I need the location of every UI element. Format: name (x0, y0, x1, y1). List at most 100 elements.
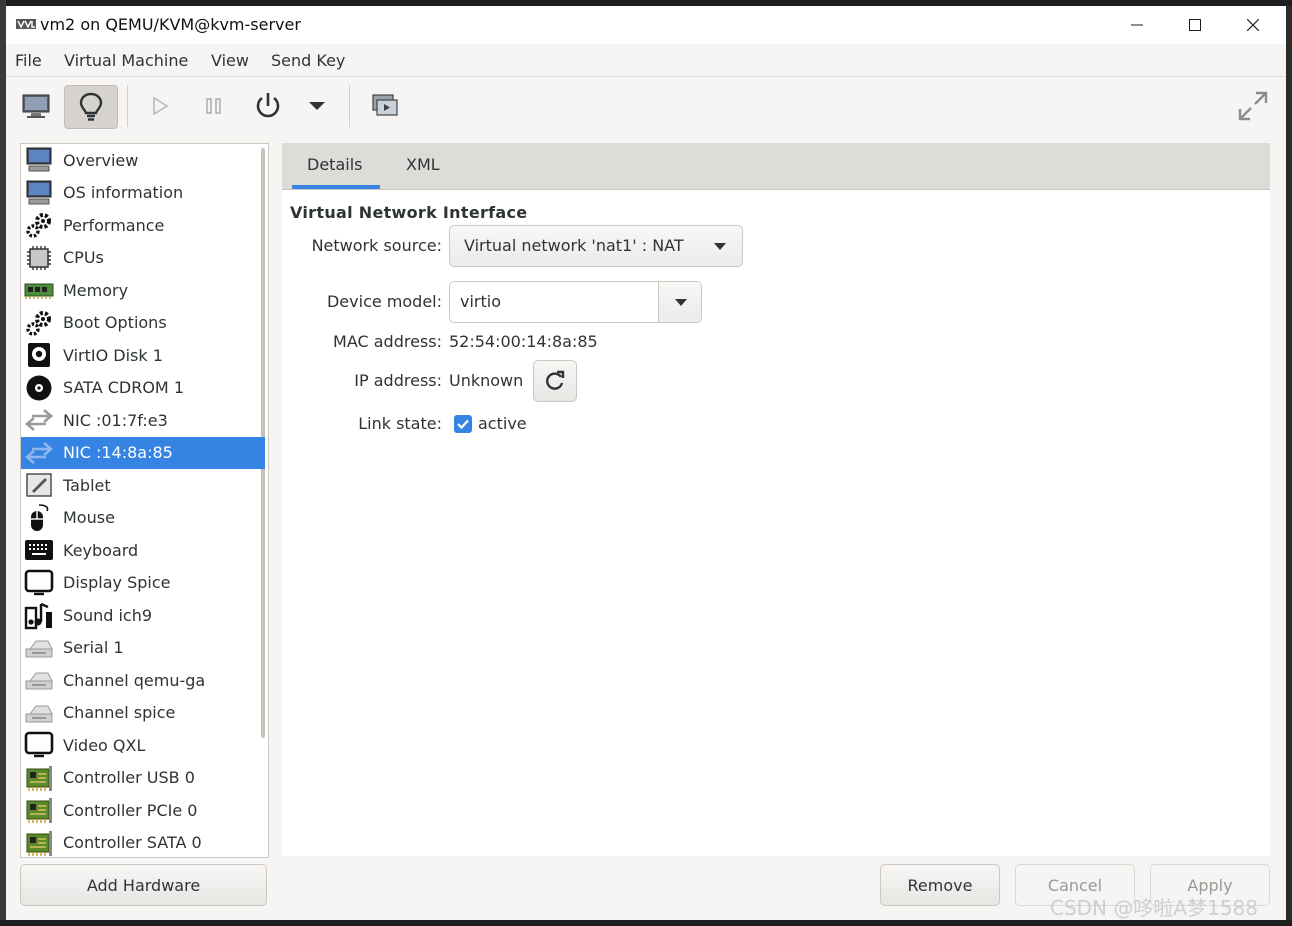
sidebar-item-label: Boot Options (63, 313, 167, 332)
chevron-down-icon (309, 102, 325, 110)
expand-icon (1238, 91, 1268, 121)
controller-icon (23, 828, 55, 858)
shutdown-menu-button[interactable] (292, 85, 342, 127)
sound-icon (23, 600, 55, 630)
display-icon (23, 568, 55, 598)
fullscreen-button[interactable] (1227, 85, 1279, 127)
network-source-value: Virtual network 'nat1' : NAT (464, 236, 684, 255)
network-source-label: Network source: (311, 236, 442, 255)
sidebar-item-label: Channel spice (63, 703, 176, 722)
network-source-dropdown[interactable]: Virtual network 'nat1' : NAT (449, 225, 743, 267)
sidebar-item-label: NIC :14:8a:85 (63, 443, 173, 462)
tab-xml[interactable]: XML (406, 155, 440, 174)
monitor-icon (23, 145, 55, 175)
toolbar (6, 76, 1286, 135)
sidebar-item-label: OS information (63, 183, 184, 202)
sidebar-item-label: Sound ich9 (63, 605, 153, 625)
toolbar-separator (349, 85, 350, 127)
mac-address-value: 52:54:00:14:8a:85 (449, 332, 598, 351)
sidebar-item-sata-cdrom-1[interactable]: SATA CDROM 1 (21, 372, 265, 404)
shutdown-button[interactable] (242, 85, 294, 127)
cdrom-icon (23, 373, 55, 403)
refresh-icon (546, 370, 565, 390)
sidebar-item-label: Controller SATA 0 (63, 833, 202, 852)
menu-virtual-machine[interactable]: Virtual Machine (64, 51, 188, 70)
sidebar-item-label: Channel qemu-ga (63, 670, 206, 690)
pause-button[interactable] (188, 85, 240, 127)
active-tab-indicator (292, 185, 380, 189)
lightbulb-icon (79, 92, 103, 121)
remove-button[interactable]: Remove (880, 864, 1000, 906)
sidebar-item-controller-usb-0[interactable]: Controller USB 0 (21, 762, 265, 794)
sidebar-item-overview[interactable]: Overview (21, 144, 265, 176)
controller-icon (23, 763, 55, 793)
serial-icon (23, 698, 55, 728)
sidebar-item-mouse[interactable]: Mouse (21, 502, 265, 534)
tab-details[interactable]: Details (307, 155, 362, 174)
run-button[interactable] (134, 85, 186, 127)
mac-address-label: MAC address: (333, 332, 442, 351)
close-icon (1247, 19, 1259, 31)
sidebar-item-os-information[interactable]: OS information (21, 177, 265, 209)
menu-send-key[interactable]: Send Key (271, 51, 345, 70)
link-state-value[interactable]: active (478, 414, 527, 433)
menu-file[interactable]: File (15, 51, 42, 70)
sidebar-item-controller-pcie-0[interactable]: Controller PCIe 0 (21, 794, 265, 826)
disk-icon (23, 340, 55, 370)
sidebar-item-label: Overview (63, 150, 139, 170)
minimize-button[interactable] (1114, 10, 1160, 40)
gears-icon (23, 210, 55, 240)
sidebar-item-cpus[interactable]: CPUs (21, 242, 265, 274)
sidebar-item-channel-spice[interactable]: Channel spice (21, 697, 265, 729)
power-icon (256, 93, 280, 118)
link-state-checkbox[interactable] (454, 415, 472, 433)
sidebar-item-nic-14-8a-85[interactable]: NIC :14:8a:85 (21, 436, 265, 469)
title-bar: vm2 on QEMU/KVM@kvm-server (6, 6, 1286, 44)
details-button[interactable] (64, 85, 118, 129)
maximize-icon (1189, 19, 1201, 31)
sidebar-item-boot-options[interactable]: Boot Options (21, 307, 265, 339)
hardware-list[interactable]: Overview OS information Performance CPUs… (20, 143, 269, 858)
sidebar-item-performance[interactable]: Performance (21, 209, 265, 241)
maximize-button[interactable] (1172, 10, 1218, 40)
snapshots-button[interactable] (359, 85, 411, 127)
sidebar-item-controller-sata-0[interactable]: Controller SATA 0 (21, 827, 265, 858)
cpu-icon (23, 243, 55, 273)
link-state-label: Link state: (358, 414, 442, 433)
sidebar-item-label: Video QXL (63, 735, 146, 755)
sidebar-item-label: VirtIO Disk 1 (63, 345, 163, 365)
sidebar-item-label: NIC :01:7f:e3 (63, 410, 168, 430)
sidebar-item-label: Mouse (63, 508, 115, 527)
refresh-ip-button[interactable] (533, 360, 577, 402)
sidebar-item-label: Memory (63, 280, 129, 300)
sidebar-item-virtio-disk-1[interactable]: VirtIO Disk 1 (21, 339, 265, 371)
sidebar-item-tablet[interactable]: Tablet (21, 469, 265, 501)
sidebar-item-label: Controller PCIe 0 (63, 800, 198, 820)
add-hardware-button[interactable]: Add Hardware (20, 864, 267, 906)
details-panel: Details XML Virtual Network Interface Ne… (282, 143, 1270, 856)
monitor-icon (23, 178, 55, 208)
sidebar-item-sound-ich9[interactable]: Sound ich9 (21, 599, 265, 631)
section-title: Virtual Network Interface (290, 203, 528, 222)
device-model-label: Device model: (326, 292, 442, 311)
vm-details-window: vm2 on QEMU/KVM@kvm-server File Virtual … (6, 6, 1286, 920)
sidebar-item-memory[interactable]: Memory (21, 274, 265, 306)
device-model-dropdown-button[interactable] (658, 282, 701, 322)
close-button[interactable] (1230, 10, 1276, 40)
pause-icon (206, 98, 221, 114)
display-icon (23, 730, 55, 760)
sidebar-item-serial-1[interactable]: Serial 1 (21, 632, 265, 664)
sidebar-item-nic-01-7f-e3[interactable]: NIC :01:7f:e3 (21, 404, 265, 436)
sidebar-item-video-qxl[interactable]: Video QXL (21, 729, 265, 761)
device-model-input[interactable]: virtio (460, 292, 501, 311)
serial-icon (23, 665, 55, 695)
sidebar-item-keyboard[interactable]: Keyboard (21, 534, 265, 566)
toolbar-separator (127, 85, 128, 127)
sidebar-item-display-spice[interactable]: Display Spice (21, 567, 265, 599)
console-button[interactable] (10, 85, 62, 127)
sidebar-item-channel-qemu-ga[interactable]: Channel qemu-ga (21, 664, 265, 696)
menu-view[interactable]: View (211, 51, 249, 70)
menu-bar: File Virtual Machine View Send Key (6, 44, 1286, 76)
virt-manager-icon (16, 19, 36, 29)
gears-icon (23, 308, 55, 338)
